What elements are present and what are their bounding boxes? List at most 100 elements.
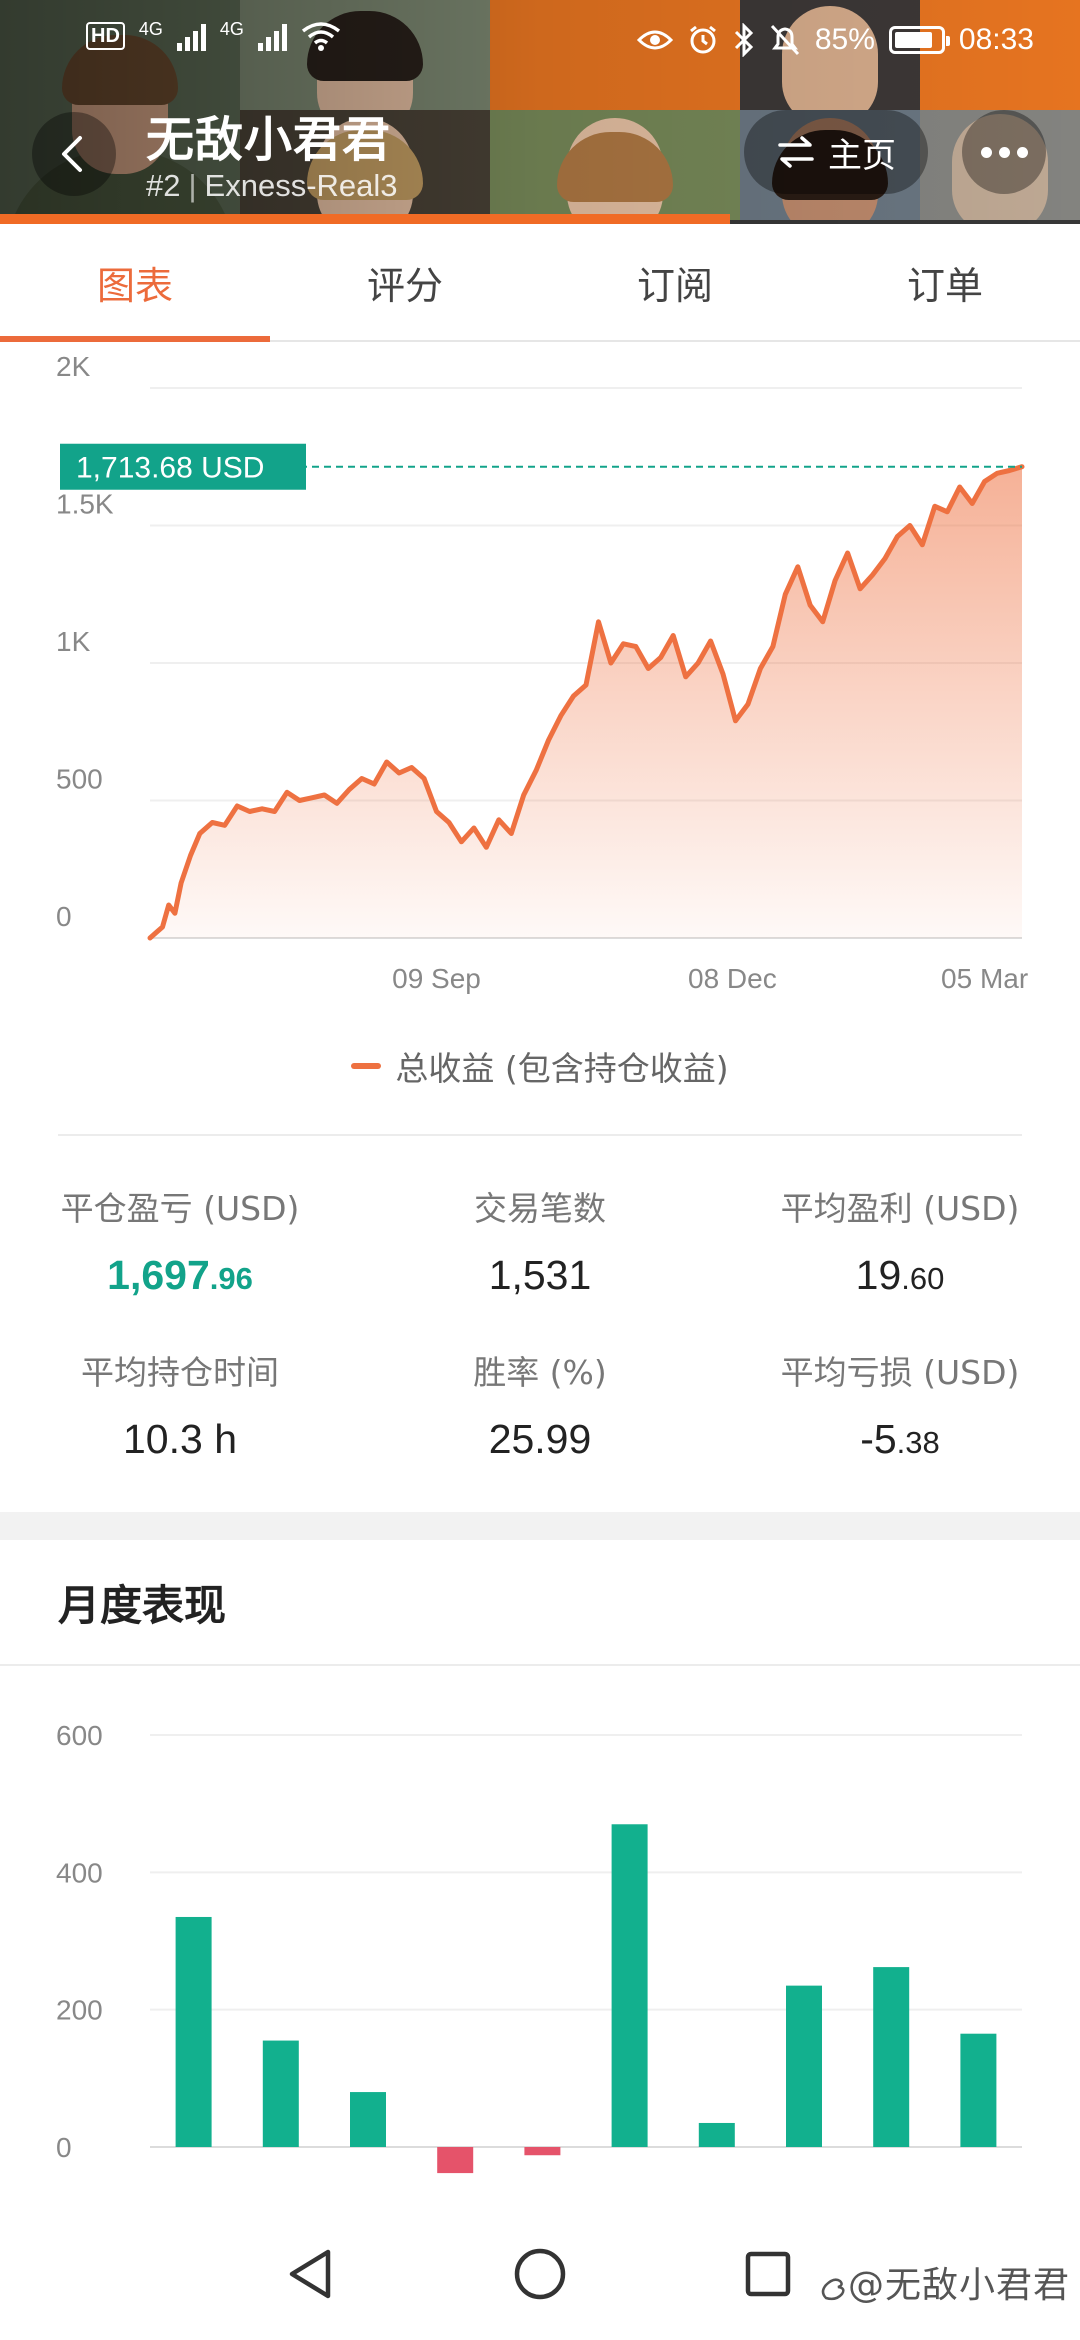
status-bar: HD 4G 4G 85% 08:33 <box>0 0 1080 80</box>
stat-value: -5.38 <box>720 1416 1080 1463</box>
section-gap <box>0 1512 1080 1540</box>
current-value-label: 1,713.68 USD <box>76 452 264 485</box>
stat-trade-count: 交易笔数 1,531 <box>360 1182 720 1299</box>
more-icon[interactable] <box>962 110 1046 194</box>
nav-home-icon <box>514 2248 566 2300</box>
stat-value-dec: .60 <box>901 1261 945 1296</box>
rank-label: #2 <box>146 168 181 203</box>
weibo-icon <box>821 2278 845 2301</box>
battery-icon <box>888 26 950 54</box>
stat-value: 1,697.96 <box>0 1252 360 1299</box>
bar <box>611 1824 648 2147</box>
legend-swatch <box>351 1063 382 1069</box>
status-left: HD 4G 4G <box>86 20 341 52</box>
x-tick-label: 09 Sep <box>392 963 481 994</box>
hd-icon: HD <box>86 22 125 50</box>
nav-back-button[interactable] <box>270 2234 350 2314</box>
network-type-label: 4G <box>138 19 163 39</box>
mute-icon <box>770 24 799 56</box>
status-right: 85% 08:33 <box>636 20 1034 60</box>
y-tick-label: 0 <box>56 2132 72 2163</box>
monthly-bar-chart-svg: 600 400 200 0 <box>56 1720 1022 2174</box>
back-icon <box>62 136 82 172</box>
bar <box>873 1967 910 2147</box>
tab-subscribe[interactable]: 订阅 <box>540 224 810 340</box>
server-label: Exness-Real3 <box>204 168 398 203</box>
tab-bar: 图表 评分 订阅 订单 <box>0 224 1080 342</box>
stat-value-dec: .38 <box>896 1425 940 1460</box>
nav-recents-button[interactable] <box>728 2234 808 2314</box>
bar <box>698 2122 735 2147</box>
x-tick-label: 08 Dec <box>688 963 777 994</box>
y-tick-label: 200 <box>56 1995 103 2026</box>
nav-recents-icon <box>745 2251 791 2297</box>
stat-value-int: 19 <box>855 1252 902 1298</box>
tab-orders[interactable]: 订单 <box>810 224 1080 340</box>
separator: | <box>188 168 197 203</box>
stat-label: 胜率 (%) <box>473 1353 607 1392</box>
y-tick-label: 500 <box>56 764 103 795</box>
battery-percent: 85% <box>814 23 875 56</box>
stat-value-dec: .96 <box>209 1261 253 1296</box>
wifi-icon <box>301 22 340 51</box>
account-name: 无敌小君君 <box>146 112 392 168</box>
y-tick-label: 400 <box>56 1857 103 1888</box>
stat-label: 平均盈利 (USD) <box>780 1189 1020 1228</box>
stat-closed-pnl: 平仓盈亏 (USD) 1,697.96 <box>0 1182 360 1299</box>
orange-accent-strip <box>0 214 730 224</box>
stat-label: 平均持仓时间 <box>81 1353 279 1392</box>
stat-value: 19.60 <box>720 1252 1080 1299</box>
y-tick-label: 1K <box>56 626 91 657</box>
stat-value-int: 10.3 h <box>123 1416 237 1462</box>
back-button[interactable] <box>32 112 116 196</box>
home-button[interactable]: 主页 <box>744 110 928 194</box>
network-type-label: 4G <box>219 19 244 39</box>
area-fill <box>150 466 1022 938</box>
watermark: @无敌小君君 <box>818 2256 1070 2308</box>
divider <box>58 1134 1022 1136</box>
y-tick-label: 1.5K <box>56 489 114 520</box>
stat-label: 平均亏损 (USD) <box>780 1353 1020 1392</box>
divider <box>0 1664 1080 1666</box>
chart-legend[interactable]: 总收益 (包含持仓收益) <box>0 1042 1080 1090</box>
bar <box>437 2147 474 2174</box>
account-subtitle: #2 | Exness-Real3 <box>146 168 398 204</box>
stat-value: 25.99 <box>360 1416 720 1463</box>
bar <box>524 2147 561 2156</box>
stat-avg-hold-time: 平均持仓时间 10.3 h <box>0 1346 360 1463</box>
swap-icon <box>778 136 814 168</box>
monthly-title: 月度表现 <box>58 1581 227 1630</box>
stat-value-int: 1,531 <box>488 1252 592 1298</box>
bar <box>960 2033 997 2147</box>
y-tick-label: 2K <box>56 351 91 382</box>
stat-value: 1,531 <box>360 1252 720 1299</box>
signal-icon <box>257 21 287 51</box>
alarm-icon <box>689 25 716 54</box>
equity-chart: 2K 1.5K 1K 500 0 09 Sep 08 Dec 05 Mar 1,713.68 U… <box>0 342 1080 1122</box>
home-button-label: 主页 <box>828 135 896 176</box>
eye-icon <box>636 30 673 50</box>
stat-avg-loss: 平均亏损 (USD) -5.38 <box>720 1346 1080 1463</box>
tab-chart[interactable]: 图表 <box>0 224 270 342</box>
tab-rating[interactable]: 评分 <box>270 224 540 340</box>
stat-value: 10.3 h <box>0 1416 360 1463</box>
bluetooth-icon <box>734 23 753 57</box>
status-time: 08:33 <box>958 23 1034 56</box>
battery-fill <box>894 32 933 48</box>
stat-value-int: 1,697 <box>107 1252 210 1298</box>
legend-label: 总收益 (包含持仓收益) <box>395 1049 729 1088</box>
y-tick-label: 600 <box>56 1720 103 1751</box>
bar <box>262 2040 299 2147</box>
signal-icon <box>176 21 206 51</box>
bar <box>175 1916 212 2147</box>
stat-win-rate: 胜率 (%) 25.99 <box>360 1346 720 1463</box>
stat-value-int: 25.99 <box>488 1416 592 1462</box>
y-tick-label: 0 <box>56 901 72 932</box>
bar <box>786 1985 822 2147</box>
stats-grid: 平仓盈亏 (USD) 1,697.96 交易笔数 1,531 平均盈利 (USD… <box>0 1160 1080 1490</box>
nav-home-button[interactable] <box>500 2234 580 2314</box>
stat-label: 平仓盈亏 (USD) <box>60 1189 300 1228</box>
stat-avg-profit: 平均盈利 (USD) 19.60 <box>720 1182 1080 1299</box>
stat-value-int: -5 <box>860 1416 897 1462</box>
stat-label: 交易笔数 <box>474 1189 606 1228</box>
